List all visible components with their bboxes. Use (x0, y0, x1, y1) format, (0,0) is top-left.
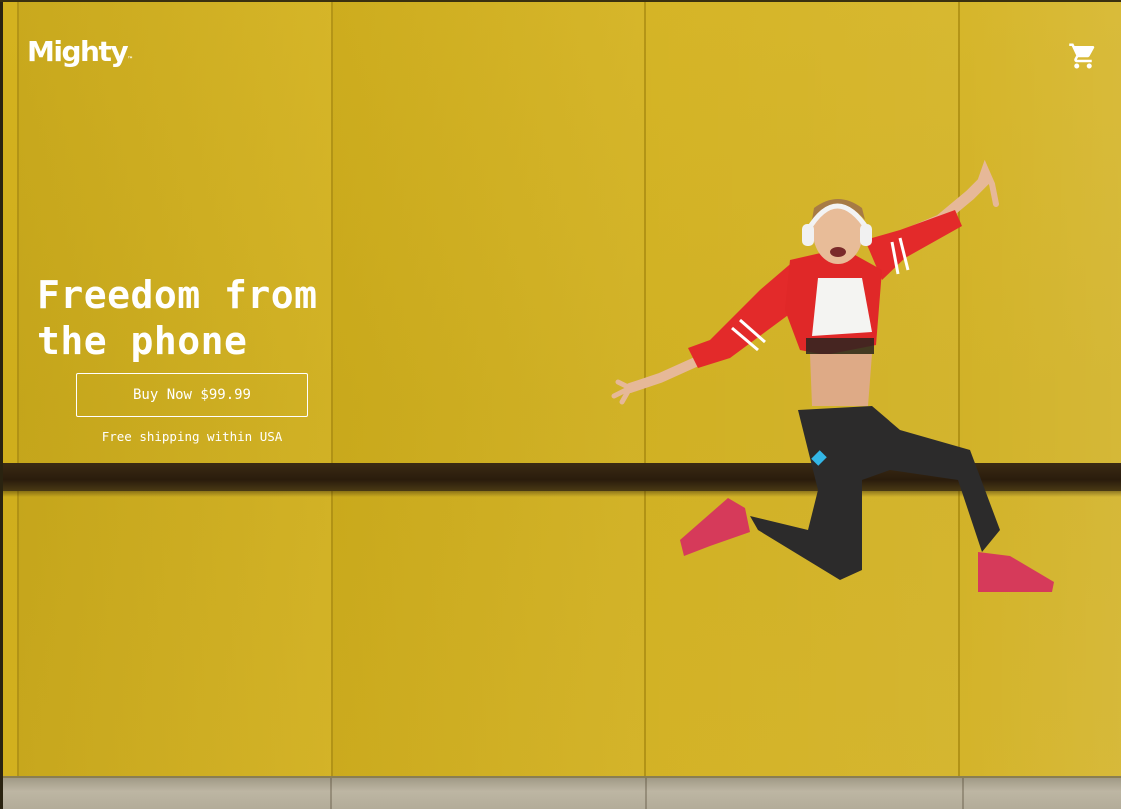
sidewalk-joint (330, 778, 332, 809)
wall-seam (17, 0, 19, 776)
frame-edge (0, 0, 3, 809)
shipping-note: Free shipping within USA (101, 429, 283, 444)
hero-photo-woman-jumping (611, 160, 1054, 592)
sidewalk-joint (962, 778, 964, 809)
brand-logo-text: Mighty (27, 35, 129, 68)
hero-headline: Freedom from the phone (37, 272, 318, 364)
sidewalk-joint (645, 778, 647, 809)
trademark-mark: ™ (127, 56, 134, 63)
buy-now-button[interactable]: Buy Now $99.99 (76, 373, 308, 417)
frame-edge (0, 0, 1121, 2)
shopping-cart-icon[interactable] (1068, 41, 1098, 71)
cart-glyph (1069, 43, 1095, 69)
wall-seam (331, 0, 333, 776)
hero-headline-line-2: the phone (37, 319, 248, 363)
wall-panel (333, 0, 644, 776)
brand-logo[interactable]: Mighty™ (27, 38, 133, 66)
hero-headline-line-1: Freedom from (37, 273, 318, 317)
hero-section: Mighty™ Freedom from the phone Buy Now $… (0, 0, 1121, 809)
sidewalk (0, 776, 1121, 809)
